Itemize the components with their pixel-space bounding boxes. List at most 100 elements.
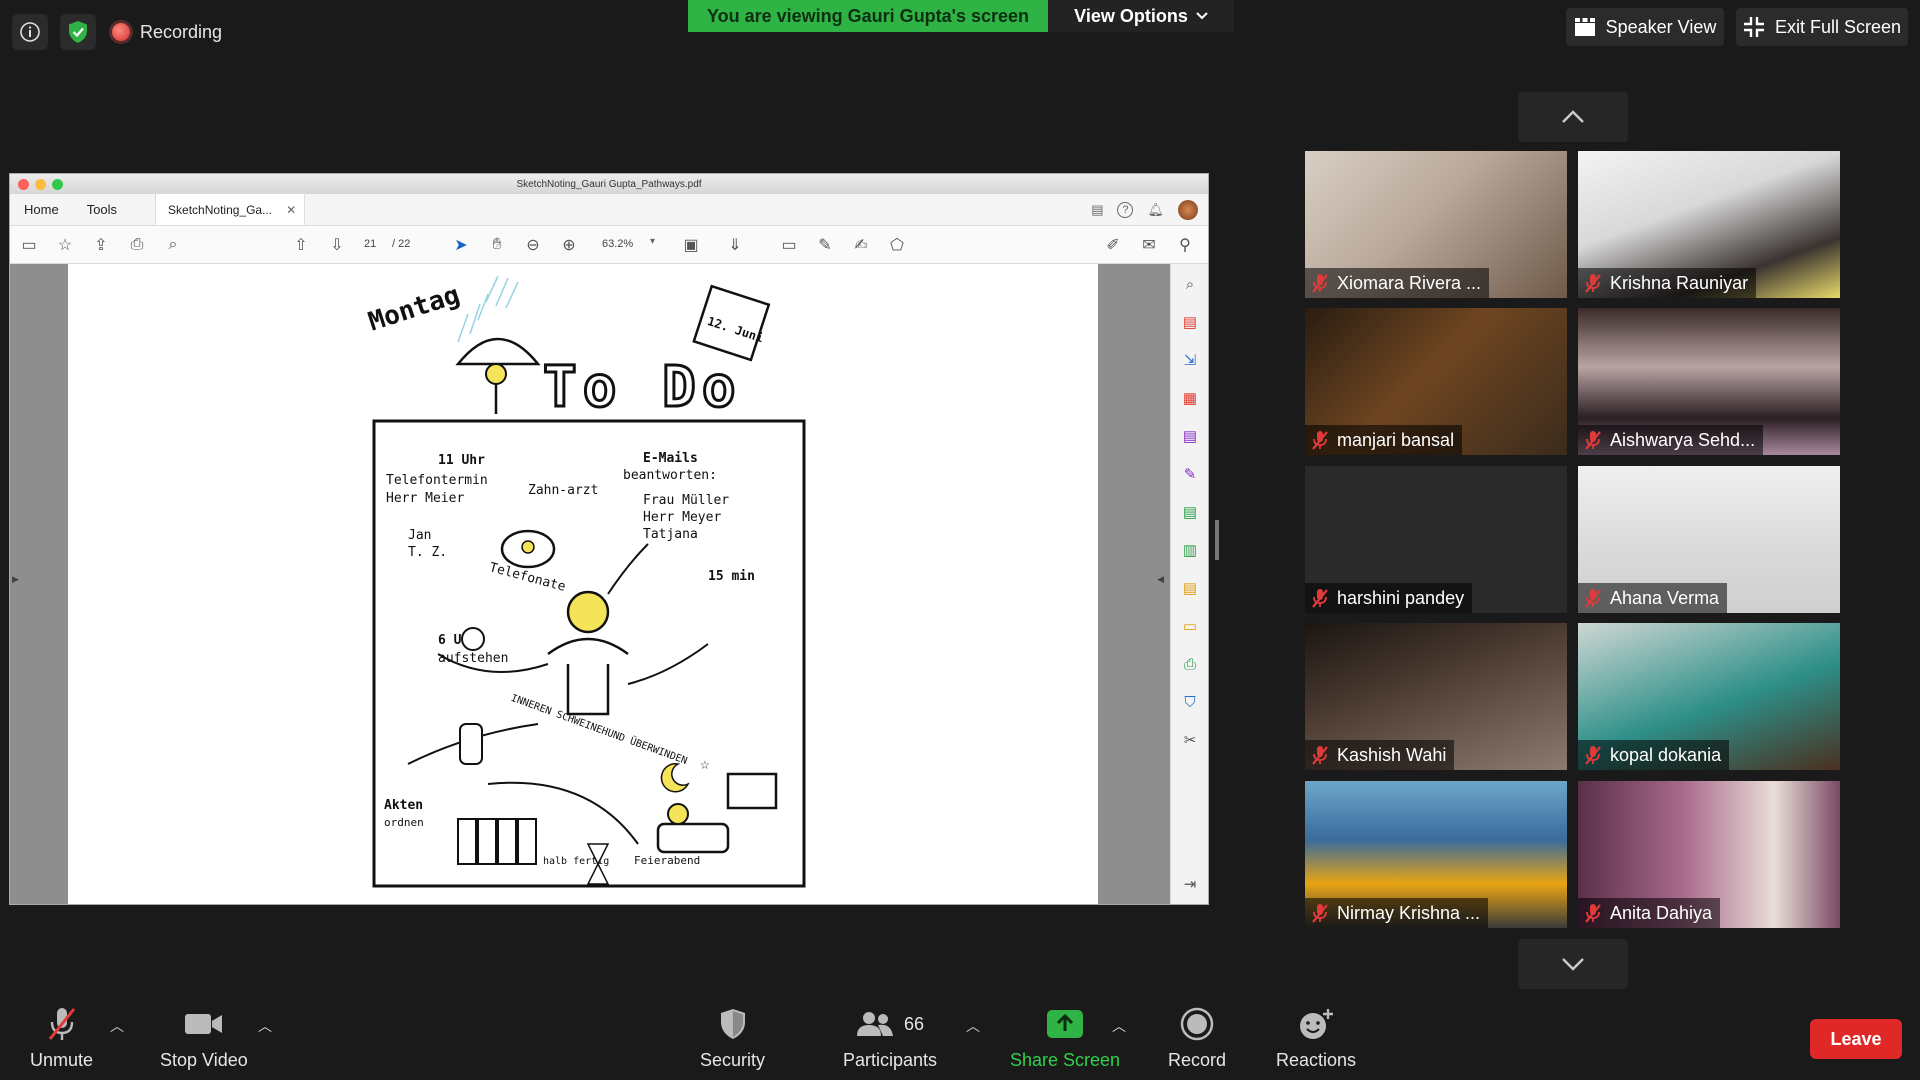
security-label: Security [700, 1050, 766, 1070]
participant-name-bar: Ahana Verma [1578, 583, 1728, 613]
participant-tile[interactable]: Anita Dahiya [1578, 781, 1840, 928]
zoom-dropdown-icon[interactable]: ▾ [650, 236, 655, 247]
protect-icon[interactable]: ⛉ [1180, 692, 1200, 712]
tab-document[interactable]: SketchNoting_Ga... ✕ [155, 193, 306, 225]
hand-icon[interactable]: ✋︎ [486, 234, 508, 256]
zoom-search-icon[interactable]: ⌕ [1180, 274, 1200, 294]
window-title: SketchNoting_Gauri Gupta_Pathways.pdf [516, 178, 702, 190]
tab-close-icon[interactable]: ✕ [286, 203, 296, 217]
highlight-pen-icon[interactable]: ✎ [814, 234, 836, 256]
chevron-down-icon [1196, 12, 1208, 20]
zoom-plus-icon[interactable]: ⊕ [558, 234, 580, 256]
mic-muted-icon [1585, 431, 1601, 450]
acrobat-tools-panel: ⌕ ▤ ⇲ ▦ ▤ ✎ ▤ ▥ ▤ ▭ ⎙ ⛉ ✂︎ ⇥ [1170, 264, 1208, 904]
more-tools-icon[interactable]: ✂︎ [1180, 730, 1200, 750]
gallery-down-button[interactable] [1518, 939, 1628, 989]
participant-tile[interactable]: Kashish Wahi [1305, 623, 1567, 770]
zoom-out-search-icon[interactable]: ⌕ [162, 234, 184, 256]
comment-tool-icon[interactable]: ▭ [778, 234, 800, 256]
print-production-icon[interactable]: ⎙ [1180, 654, 1200, 674]
fit-page-icon[interactable]: ▣ [680, 234, 702, 256]
record-button[interactable]: Record [1168, 1004, 1226, 1071]
participant-name: Kashish Wahi [1337, 744, 1447, 765]
star-shape: ☆ [700, 754, 710, 773]
participant-tile[interactable]: Aishwarya Sehd... [1578, 308, 1840, 455]
tab-home[interactable]: Home [10, 193, 73, 225]
mic-muted-icon [1312, 589, 1328, 608]
share-screen-label: Share Screen [1010, 1050, 1121, 1070]
send-comments-icon[interactable]: ▤ [1180, 502, 1200, 522]
video-options-caret-icon[interactable]: ︿ [258, 1016, 272, 1036]
info-icon [20, 22, 40, 42]
collapse-panel-icon[interactable]: ⇥ [1180, 874, 1200, 894]
note-zahnarzt: Zahn-arzt [528, 483, 598, 498]
scroll-mode-icon[interactable]: ⇓ [724, 234, 746, 256]
participant-tile[interactable]: Krishna Rauniyar [1578, 151, 1840, 298]
reactions-button[interactable]: Reactions [1276, 1004, 1356, 1071]
link-sign-icon[interactable]: ✐ [1102, 234, 1124, 256]
leave-button[interactable]: Leave [1810, 1019, 1902, 1059]
bell-icon[interactable]: 🔔︎ [1147, 202, 1164, 218]
participants-caret-icon[interactable]: ︿ [966, 1016, 980, 1036]
share-screen-caret-icon[interactable]: ︿ [1112, 1016, 1126, 1036]
telephone-dial-shape [521, 540, 535, 554]
participant-tile[interactable]: Ahana Verma [1578, 466, 1840, 613]
create-pdf-icon[interactable]: ▤ [1180, 312, 1200, 332]
stop-video-button[interactable]: Stop Video [160, 1004, 248, 1071]
shared-screen[interactable]: SketchNoting_Gauri Gupta_Pathways.pdf Ho… [9, 173, 1209, 905]
select-cursor-icon[interactable]: ➤ [450, 234, 472, 256]
document-area[interactable]: ▶ Montag 12. Juni To Do 11 Uhr Telefonte… [10, 264, 1208, 904]
unmute-button[interactable]: Unmute [30, 1004, 93, 1071]
view-options-button[interactable]: View Options [1048, 0, 1234, 32]
mic-muted-icon [1585, 274, 1601, 293]
fill-sign-icon[interactable]: ✎ [1180, 464, 1200, 484]
draw-icon[interactable]: ✍︎ [850, 234, 872, 256]
heading-day: Montag [365, 280, 464, 338]
zoom-level[interactable]: 63.2% [602, 238, 633, 250]
speaker-view-button[interactable]: Speaker View [1566, 8, 1724, 46]
share-screen-button[interactable]: Share Screen [1010, 1004, 1120, 1071]
recording-indicator[interactable]: Recording [112, 14, 222, 50]
participant-tile[interactable]: kopal dokania [1578, 623, 1840, 770]
star-icon[interactable]: ☆ [54, 234, 76, 256]
participant-tile[interactable]: manjari bansal [1305, 308, 1567, 455]
exit-full-screen-button[interactable]: Exit Full Screen [1736, 8, 1908, 46]
comment-panel-icon[interactable]: ▭ [1180, 616, 1200, 636]
audio-options-caret-icon[interactable]: ︿ [110, 1016, 124, 1036]
page-current[interactable]: 21 [364, 238, 376, 250]
split-handle[interactable] [1215, 520, 1219, 560]
save-icon[interactable]: ▭ [18, 234, 40, 256]
tab-document-label: SketchNoting_Ga... [168, 202, 273, 217]
encryption-button[interactable] [60, 14, 96, 50]
next-page-icon[interactable]: ⇩ [326, 234, 348, 256]
edit-pdf-icon[interactable]: ▤ [1180, 426, 1200, 446]
organize-pages-icon[interactable]: ▦ [1180, 388, 1200, 408]
tab-tools[interactable]: Tools [73, 193, 131, 225]
participant-tile[interactable]: Nirmay Krishna ... [1305, 781, 1567, 928]
note-frau-mueller: Frau Müller [643, 493, 729, 508]
upload-icon[interactable]: ⇪ [90, 234, 112, 256]
export-pdf-icon[interactable]: ⇲ [1180, 350, 1200, 370]
help-icon[interactable]: ? [1117, 202, 1134, 218]
meeting-info-button[interactable] [12, 14, 48, 50]
zoom-minus-icon[interactable]: ⊖ [522, 234, 544, 256]
export-icon[interactable]: ▤ [1180, 578, 1200, 598]
left-panel-toggle-icon[interactable]: ▶ [12, 574, 19, 585]
gallery-up-button[interactable] [1518, 92, 1628, 142]
add-user-icon[interactable]: ⚲ [1174, 234, 1196, 256]
prev-page-icon[interactable]: ⇧ [290, 234, 312, 256]
chevron-up-icon [1562, 110, 1584, 123]
participants-button[interactable]: 66 Participants [843, 1004, 937, 1071]
tag-icon[interactable]: ⬠ [886, 234, 908, 256]
avatar[interactable] [1178, 200, 1198, 220]
viewing-banner: You are viewing Gauri Gupta's screen [688, 0, 1048, 32]
mail-icon[interactable]: ✉ [1138, 234, 1160, 256]
participant-tile[interactable]: Xiomara Rivera ... [1305, 151, 1567, 298]
right-panel-toggle-icon[interactable]: ◀ [1157, 574, 1164, 585]
comment-icon[interactable]: ▤ [1091, 202, 1103, 218]
recording-dot-icon [112, 23, 130, 41]
security-button[interactable]: Security [700, 1004, 765, 1071]
print-icon[interactable]: ⎙ [126, 234, 148, 256]
compare-icon[interactable]: ▥ [1180, 540, 1200, 560]
participant-tile[interactable]: harshini pandey [1305, 466, 1567, 613]
